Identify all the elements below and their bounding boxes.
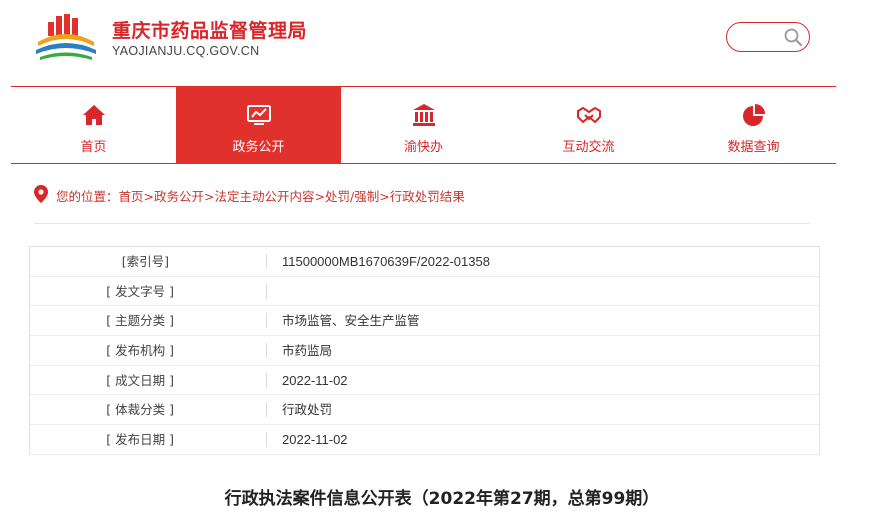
nav-item-interaction[interactable]: 互动交流 bbox=[506, 86, 671, 164]
breadcrumb-penalty-enforcement[interactable]: 处罚/强制 bbox=[325, 189, 379, 204]
breadcrumb-penalty-results[interactable]: 行政处罚结果 bbox=[390, 189, 465, 204]
main-nav: 首页 政务公开 渝快办 互动交流 数据查询 bbox=[11, 86, 836, 164]
breadcrumb-government-affairs[interactable]: 政务公开 bbox=[154, 189, 204, 204]
info-key: [ 体裁分类 ] bbox=[106, 402, 174, 418]
info-key: [ 发布日期 ] bbox=[106, 432, 174, 448]
info-value: 市药监局 bbox=[282, 343, 333, 359]
nav-item-home[interactable]: 首页 bbox=[11, 86, 176, 164]
nav-item-label: 首页 bbox=[80, 140, 107, 155]
info-key: [ 发文字号 ] bbox=[106, 283, 174, 299]
info-row-genre-category: [ 体裁分类 ] 行政处罚 bbox=[30, 395, 819, 426]
info-key: [索引号] bbox=[121, 254, 169, 269]
home-icon bbox=[82, 105, 105, 125]
nav-item-data-query[interactable]: 数据查询 bbox=[671, 86, 836, 164]
breadcrumb-home[interactable]: 首页 bbox=[119, 189, 144, 204]
document-info-table: [索引号] 11500000MB1670639F/2022-01358 [ 发文… bbox=[29, 246, 820, 455]
info-row-publish-date: [ 发布日期 ] 2022-11-02 bbox=[30, 425, 819, 455]
info-key: [ 发布机构 ] bbox=[106, 343, 174, 359]
info-key: [ 成文日期 ] bbox=[106, 372, 174, 388]
document-title: 行政执法案件信息公开表（2022年第27期，总第99期） bbox=[224, 489, 660, 509]
info-value: 市场监管、安全生产监管 bbox=[282, 313, 420, 329]
site-logo[interactable] bbox=[34, 14, 98, 60]
handshake-icon bbox=[576, 107, 601, 123]
breadcrumb-statutory-disclosure[interactable]: 法定主动公开内容 bbox=[215, 189, 315, 204]
search-box bbox=[726, 22, 810, 52]
info-row-topic-category: [ 主题分类 ] 市场监管、安全生产监管 bbox=[30, 306, 819, 337]
search-icon[interactable] bbox=[783, 27, 803, 47]
chart-icon bbox=[246, 105, 271, 125]
info-value: 2022-11-02 bbox=[282, 432, 348, 448]
divider bbox=[34, 223, 810, 224]
nav-item-label: 互动交流 bbox=[562, 140, 615, 155]
nav-item-label: 数据查询 bbox=[727, 140, 780, 155]
info-row-issuing-agency: [ 发布机构 ] 市药监局 bbox=[30, 336, 819, 366]
nav-item-label: 渝快办 bbox=[403, 140, 443, 155]
info-value: 11500000MB1670639F/2022-01358 bbox=[282, 254, 490, 269]
site-domain: YAOJIANJU.CQ.GOV.CN bbox=[112, 44, 260, 58]
breadcrumb-prefix: 您的位置： bbox=[56, 189, 119, 204]
info-row-written-date: [ 成文日期 ] 2022-11-02 bbox=[30, 366, 819, 396]
site-title[interactable]: 重庆市药品监督管理局 bbox=[112, 16, 307, 43]
nav-item-government-affairs[interactable]: 政务公开 bbox=[176, 86, 341, 164]
pie-chart-icon bbox=[742, 104, 765, 126]
info-row-index-number: [索引号] 11500000MB1670639F/2022-01358 bbox=[30, 247, 819, 277]
info-value: 2022-11-02 bbox=[282, 372, 348, 388]
search-input[interactable] bbox=[737, 28, 787, 48]
info-value: 行政处罚 bbox=[282, 402, 333, 418]
nav-item-label: 政务公开 bbox=[232, 140, 285, 155]
site-header: 重庆市药品监督管理局 YAOJIANJU.CQ.GOV.CN bbox=[0, 0, 884, 86]
government-building-icon bbox=[412, 104, 435, 126]
location-pin-icon bbox=[34, 185, 48, 203]
nav-item-yukuaiban[interactable]: 渝快办 bbox=[341, 86, 506, 164]
info-key: [ 主题分类 ] bbox=[106, 313, 174, 329]
info-row-document-number: [ 发文字号 ] bbox=[30, 277, 819, 307]
